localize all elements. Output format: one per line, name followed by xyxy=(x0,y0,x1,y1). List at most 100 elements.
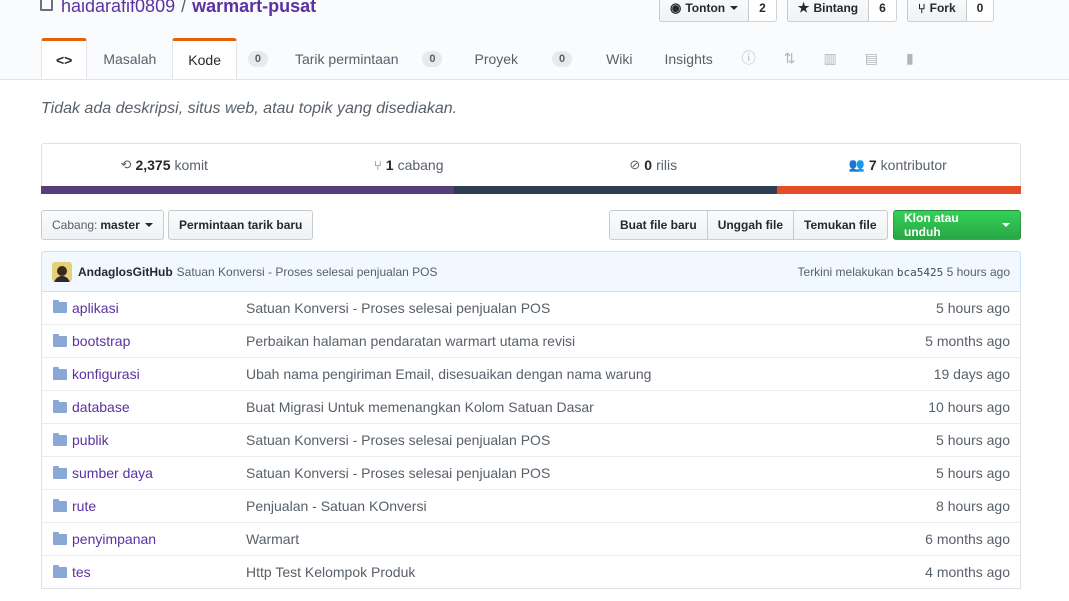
chevron-down-icon xyxy=(1002,223,1010,227)
file-commit-message[interactable]: Buat Migrasi Untuk memenangkan Kolom Sat… xyxy=(246,399,928,415)
folder-icon xyxy=(53,399,67,413)
file-commit-message[interactable]: Perbaikan halaman pendaratan warmart uta… xyxy=(246,333,925,349)
repo-owner-link[interactable]: haidarafif0809 xyxy=(61,0,175,16)
file-name-link[interactable]: database xyxy=(72,399,246,415)
file-name-link[interactable]: sumber daya xyxy=(72,465,246,481)
branches-summary[interactable]: ⑂ 1 cabang xyxy=(287,144,532,186)
folder-icon xyxy=(53,498,67,512)
tab-code[interactable]: Kode xyxy=(172,38,237,79)
branches-count: 1 xyxy=(385,157,394,173)
star-button[interactable]: ★ Bintang xyxy=(786,0,870,22)
project-icon[interactable]: ▥ xyxy=(809,38,850,78)
file-name-link[interactable]: rute xyxy=(72,498,246,514)
fork-action: ⑂ Fork 0 xyxy=(906,0,995,22)
issue-opened-icon[interactable]: ⓘ xyxy=(728,38,770,78)
tab-issues[interactable]: Masalah xyxy=(87,38,172,78)
fork-icon: ⑂ xyxy=(917,0,926,16)
file-name-link[interactable]: konfigurasi xyxy=(72,366,246,382)
folder-icon xyxy=(53,564,67,578)
releases-label: rilis xyxy=(656,157,678,173)
upload-files-button[interactable]: Unggah file xyxy=(706,210,795,240)
tab-insights[interactable]: Insights xyxy=(650,38,728,78)
commit-message[interactable]: Satuan Konversi - Proses selesai penjual… xyxy=(177,265,438,279)
branches-label: cabang xyxy=(397,157,444,173)
graph-icon[interactable]: ▮ xyxy=(892,38,928,78)
commits-summary[interactable]: ⟲ 2,375 komit xyxy=(42,144,287,186)
watch-button[interactable]: ◉ Tonton xyxy=(659,0,750,22)
watch-action: ◉ Tonton 2 xyxy=(659,0,777,22)
tab-code-counter: 0 xyxy=(247,51,268,67)
file-row: penyimpanan Warmart 6 months ago xyxy=(42,522,1020,555)
tab-wiki[interactable]: Wiki xyxy=(581,38,649,78)
tab-projects-counter: 0 xyxy=(552,51,573,67)
new-pull-request-button[interactable]: Permintaan tarik baru xyxy=(168,210,314,240)
file-actions-group: Buat file baru Unggah file Temukan file xyxy=(609,210,888,240)
branch-value: master xyxy=(100,218,140,232)
tab-pull-requests[interactable]: Tarik permintaan 0 xyxy=(279,38,459,78)
folder-icon xyxy=(53,432,67,446)
chevron-down-icon xyxy=(144,223,153,227)
file-commit-message[interactable]: Satuan Konversi - Proses selesai penjual… xyxy=(246,300,936,316)
file-row: database Buat Migrasi Untuk memenangkan K… xyxy=(42,390,1020,423)
repo-name-link[interactable]: warmart-pusat xyxy=(192,0,316,16)
file-commit-message[interactable]: Satuan Konversi - Proses selesai penjual… xyxy=(246,465,936,481)
create-file-button[interactable]: Buat file baru xyxy=(609,210,708,240)
commits-label: komit xyxy=(174,157,208,173)
tab-projects-label: Proyek xyxy=(474,51,519,67)
commit-sha[interactable]: bca5425 xyxy=(897,266,943,279)
file-name-link[interactable]: publik xyxy=(72,432,246,448)
language-segment[interactable] xyxy=(41,186,454,194)
commit-age: 5 hours ago xyxy=(946,264,1010,279)
find-file-button[interactable]: Temukan file xyxy=(793,210,888,240)
tab-code-icon[interactable]: <> xyxy=(41,38,88,79)
file-name-link[interactable]: tes xyxy=(72,564,246,580)
watch-label: Tonton xyxy=(685,1,726,15)
language-bar[interactable] xyxy=(41,186,1021,194)
file-name-link[interactable]: aplikasi xyxy=(72,300,246,316)
releases-summary[interactable]: ⊘ 0 rilis xyxy=(531,144,776,186)
folder-icon xyxy=(53,366,67,380)
watch-count[interactable]: 2 xyxy=(749,0,777,22)
tab-code-label: Kode xyxy=(188,51,221,68)
fork-count[interactable]: 0 xyxy=(966,0,995,22)
file-age: 6 months ago xyxy=(925,531,1010,547)
folder-icon xyxy=(53,465,67,479)
star-count[interactable]: 6 xyxy=(869,0,897,22)
branch-select-button[interactable]: Cabang: master xyxy=(41,210,164,240)
language-segment[interactable] xyxy=(453,186,777,194)
clone-label: Klon atau unduh xyxy=(904,211,959,239)
file-row: sumber daya Satuan Konversi - Proses sele… xyxy=(42,456,1020,489)
tab-projects[interactable]: Proyek 0 xyxy=(458,38,581,78)
file-name-link[interactable]: penyimpanan xyxy=(72,531,246,547)
clone-download-button[interactable]: Klon atau unduh xyxy=(893,210,1021,240)
star-label: Bintang xyxy=(813,1,859,15)
commits-count: 2,375 xyxy=(135,157,171,173)
file-commit-message[interactable]: Penjualan - Satuan KOnversi xyxy=(246,498,936,514)
file-commit-message[interactable]: Warmart xyxy=(246,531,925,547)
contributors-summary[interactable]: 👥 7 kontributor xyxy=(776,144,1021,186)
file-age: 19 days ago xyxy=(933,366,1010,382)
file-age: 5 hours ago xyxy=(936,299,1010,316)
file-name-link[interactable]: bootstrap xyxy=(72,333,246,349)
pagehead-actions: ◉ Tonton 2 ★ Bintang 6 ⑂ Fork 0 xyxy=(659,0,1004,22)
language-segment[interactable] xyxy=(776,186,1021,194)
repo-separator: / xyxy=(181,0,187,16)
numbers-summary: ⟲ 2,375 komit ⑂ 1 cabang ⊘ 0 rilis 👥 7 k… xyxy=(41,143,1021,186)
file-age: 10 hours ago xyxy=(928,399,1010,415)
file-commit-message[interactable]: Ubah nama pengiriman Email, disesuaikan … xyxy=(246,366,934,382)
avatar[interactable] xyxy=(52,261,72,282)
commit-latest-label: Terkini melakukan xyxy=(797,264,894,279)
releases-count: 0 xyxy=(644,157,653,173)
commit-author[interactable]: AndaglosGitHub xyxy=(78,265,173,279)
file-commit-message[interactable]: Http Test Kelompok Produk xyxy=(246,564,925,580)
file-row: publik Satuan Konversi - Proses selesai p… xyxy=(42,423,1020,456)
fork-label: Fork xyxy=(929,1,956,15)
file-commit-message[interactable]: Satuan Konversi - Proses selesai penjual… xyxy=(246,432,936,448)
git-pull-request-icon[interactable]: ⇅ xyxy=(770,38,810,78)
fork-button[interactable]: ⑂ Fork xyxy=(906,0,967,22)
people-icon: 👥 xyxy=(848,157,865,172)
tab-pulls-label: Tarik permintaan xyxy=(294,51,399,67)
eye-icon: ◉ xyxy=(670,0,682,15)
book-icon[interactable]: ▤ xyxy=(851,38,892,78)
folder-icon xyxy=(53,333,67,347)
